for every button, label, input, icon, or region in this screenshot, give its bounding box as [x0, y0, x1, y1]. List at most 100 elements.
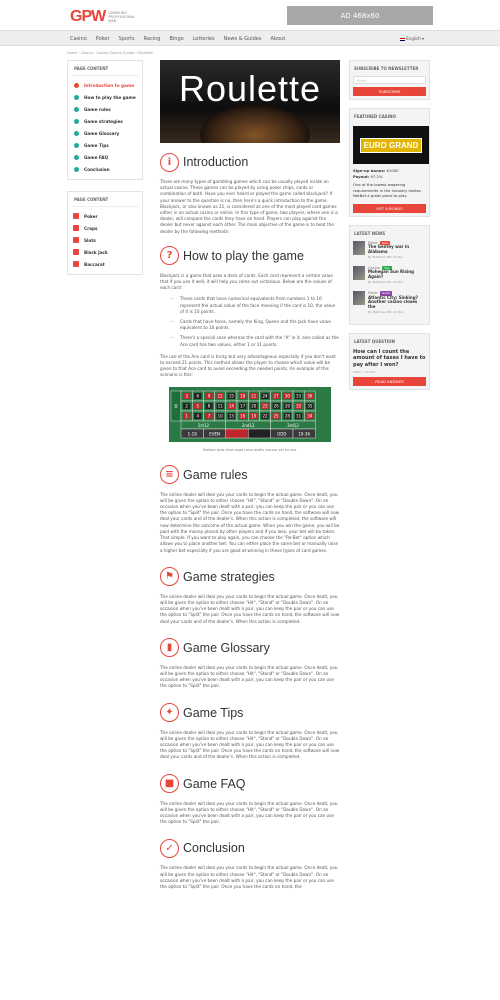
number-label: 36 — [307, 393, 313, 398]
nav-item-casino[interactable]: Casino — [70, 36, 87, 42]
toc-item-tips[interactable]: Game Tips — [71, 139, 139, 151]
number-label: 20 — [251, 403, 257, 408]
poker-icon — [73, 213, 79, 219]
section-how-to-play: ? How to play the game Blackjack is a gam… — [160, 245, 340, 452]
list-item: There's a special case whereas the card … — [170, 335, 340, 347]
casino-logo[interactable]: EURO GRAND — [353, 126, 429, 164]
news-author: By Matthew Pitt — [368, 310, 392, 315]
section-title: Game FAQ — [183, 776, 246, 791]
nav-item-bingo[interactable]: Bingo — [169, 36, 183, 42]
toc-item-glossary[interactable]: Game Glossary — [71, 127, 139, 139]
page: GPW Gambling Professional Web AD 468x60 … — [0, 0, 500, 1000]
number-label: 26 — [274, 403, 280, 408]
toc-item-conclusion[interactable]: Conclusion — [71, 163, 139, 175]
section-title: How to play the game — [183, 248, 304, 263]
games-title: Page content — [71, 195, 139, 207]
number-label: 28 — [285, 413, 291, 418]
nav-item-racing[interactable]: Racing — [144, 36, 161, 42]
section-tips: ✦ Game Tips The online dealer will deal y… — [160, 702, 340, 761]
number-label: 23 — [262, 403, 268, 408]
language-label: English — [406, 36, 421, 41]
number-label: 10 — [218, 413, 224, 418]
section-text: The online dealer will deal you your car… — [160, 664, 338, 689]
image-caption: Nullam quis risus eget urna mollis ornar… — [203, 447, 297, 452]
news-headline: Mohegan Sun Rising Again? — [368, 269, 414, 280]
toc-label: How to play the game — [84, 94, 136, 100]
number-label: 21 — [251, 393, 257, 398]
number-label: 12 — [218, 393, 224, 398]
baccarat-icon — [73, 261, 79, 267]
flag-icon: ⚑ — [160, 567, 179, 587]
news-item[interactable]: Poker Guide Atlantic City: Sinking? Anoth… — [353, 290, 426, 315]
toc-item-rules[interactable]: Game rules — [71, 103, 139, 115]
nav-item-about[interactable]: About — [271, 36, 286, 42]
section-text: The use of the Ace card is tricky but ve… — [160, 353, 336, 378]
number-label: 7 — [208, 413, 211, 418]
question-text[interactable]: How can I count the amount of taxes I ha… — [353, 349, 426, 369]
outside-bet-label: 1-18 — [188, 431, 198, 436]
list-item: Cards that have faces, namely the King, … — [170, 319, 340, 331]
game-label: Craps — [84, 225, 98, 231]
bullet-icon — [74, 130, 79, 136]
game-link-blackjack[interactable]: Black Jack — [71, 246, 139, 258]
dozen-label: 3rd12 — [287, 423, 299, 428]
bullet-icon — [74, 154, 79, 160]
toc-item-how-to-play[interactable]: How to play the game — [71, 91, 139, 103]
read-answer-button[interactable]: Read answer — [353, 377, 426, 387]
game-link-baccarat[interactable]: Baccarat — [71, 258, 139, 270]
subscribe-button[interactable]: Subscribe — [353, 87, 426, 96]
news-time: 20 Nov — [392, 254, 404, 259]
casino-logo-text: EURO GRAND — [359, 137, 423, 153]
news-headline: Atlantic City: Sinking? Another casino c… — [368, 294, 418, 310]
toc-label: Game Glossary — [84, 130, 120, 136]
logo-text: Gambling Professional Web — [108, 11, 135, 23]
bullet-icon — [74, 142, 79, 148]
card-values-list: These cards that have numerical equivale… — [170, 296, 340, 347]
game-link-slots[interactable]: Slots — [71, 234, 139, 246]
news-thumbnail — [353, 290, 365, 305]
toc-item-strategies[interactable]: Game strategies — [71, 115, 139, 127]
flag-icon — [400, 37, 405, 41]
nav-item-lotteries[interactable]: Lotteries — [193, 36, 215, 42]
left-sidebar: Page content Introduction to game How to… — [67, 60, 143, 286]
page-content-box: Page content Introduction to game How to… — [67, 60, 143, 180]
email-input[interactable]: Email — [353, 76, 426, 84]
bullet-icon — [74, 106, 79, 112]
number-label: 15 — [229, 393, 235, 398]
section-title: Introduction — [183, 155, 249, 169]
news-headline: The Gentey war in Alabama — [368, 244, 410, 255]
section-rules: ≡ Game rules The online dealer will deal … — [160, 464, 340, 554]
news-author: By Matthew Pitt — [368, 280, 392, 285]
toc-item-faq[interactable]: Game FAQ — [71, 151, 139, 163]
language-selector[interactable]: English ▾ — [400, 36, 424, 41]
outside-bet-cell — [247, 428, 271, 438]
nav-item-news-guides[interactable]: News & Guides — [224, 36, 262, 42]
number-label: 17 — [240, 403, 246, 408]
main-nav: Casino Poker Sports Racing Bingo Lotteri… — [0, 30, 500, 46]
roulette-table-image: 0 3 6 9 12 15 18 21 24 27 30 33 36 2 5 8 11 14 17 20 23 26 29 3… — [169, 386, 331, 442]
game-link-craps[interactable]: Craps — [71, 222, 139, 234]
nav-item-poker[interactable]: Poker — [96, 36, 110, 42]
news-item[interactable]: Poker New The Gentey war in Alabama By Ma… — [353, 240, 426, 260]
number-label: 16 — [240, 413, 246, 418]
section-title: Conclusion — [183, 841, 245, 856]
game-link-poker[interactable]: Poker — [71, 210, 139, 222]
number-label: 4 — [197, 413, 200, 418]
chat-icon: ■ — [160, 774, 179, 794]
newsletter-box: Subscribe to newsletter Email Subscribe — [349, 60, 430, 100]
number-label: 25 — [274, 413, 280, 418]
newsletter-title: Subscribe to newsletter — [354, 66, 419, 71]
ad-banner[interactable]: AD 468x60 — [287, 6, 433, 25]
chevron-down-icon: ▾ — [422, 36, 425, 41]
breadcrumb[interactable]: Home › Casino › Casino Games Guides › Ro… — [67, 51, 153, 55]
dozen-label: 2nd12 — [242, 423, 255, 428]
news-item[interactable]: Casino Tips Mohegan Sun Rising Again? By … — [353, 265, 426, 285]
nav-item-sports[interactable]: Sports — [119, 36, 135, 42]
toc-item-introduction[interactable]: Introduction to game — [71, 79, 139, 91]
outside-bet-label: ODD — [277, 431, 286, 436]
toc-label: Game rules — [84, 106, 111, 112]
bullet-icon — [74, 118, 79, 124]
number-label: 9 — [208, 393, 211, 398]
site-logo[interactable]: GPW Gambling Professional Web — [70, 8, 135, 26]
get-bonus-button[interactable]: Get a bonus — [353, 203, 426, 213]
